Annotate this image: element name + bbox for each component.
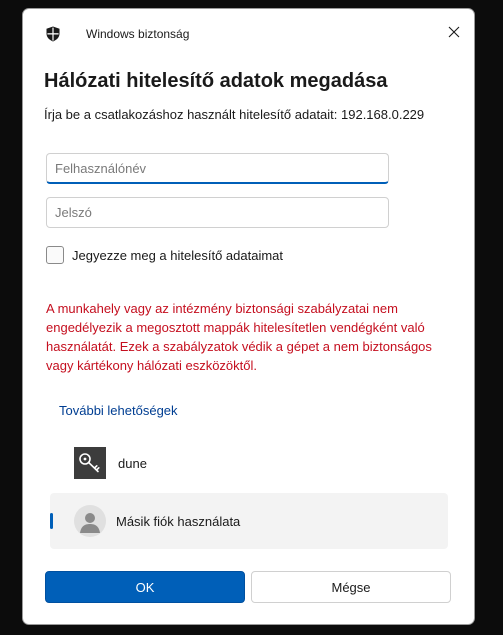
selection-indicator xyxy=(50,513,53,529)
remember-credentials-checkbox-row[interactable]: Jegyezze meg a hitelesítő adataimat xyxy=(46,246,283,264)
close-icon xyxy=(448,26,460,38)
close-button[interactable] xyxy=(439,17,469,47)
account-item-dune[interactable]: dune xyxy=(50,435,448,491)
credentials-dialog: Windows biztonság Hálózati hitelesítő ad… xyxy=(22,8,475,625)
key-icon xyxy=(74,447,106,479)
instruction-text: Írja be a csatlakozáshoz használt hitele… xyxy=(44,107,425,122)
shield-icon xyxy=(46,26,60,42)
ok-button[interactable]: OK xyxy=(45,571,245,603)
cancel-button[interactable]: Mégse xyxy=(251,571,451,603)
remember-credentials-label: Jegyezze meg a hitelesítő adataimat xyxy=(72,247,284,263)
password-input[interactable] xyxy=(46,197,389,228)
remember-credentials-checkbox[interactable] xyxy=(46,246,64,264)
user-avatar-icon xyxy=(74,505,106,537)
policy-warning-text: A munkahely vagy az intézmény biztonsági… xyxy=(46,301,432,373)
username-input[interactable] xyxy=(46,153,389,184)
more-options-link[interactable]: További lehetőségek xyxy=(59,403,178,418)
account-name: Másik fiók használata xyxy=(116,514,241,529)
account-item-other[interactable]: Másik fiók használata xyxy=(50,493,448,549)
dialog-heading: Hálózati hitelesítő adatok megadása xyxy=(44,70,388,92)
account-name: dune xyxy=(118,456,147,471)
title-bar: Windows biztonság xyxy=(23,9,474,49)
window-title: Windows biztonság xyxy=(86,27,190,41)
